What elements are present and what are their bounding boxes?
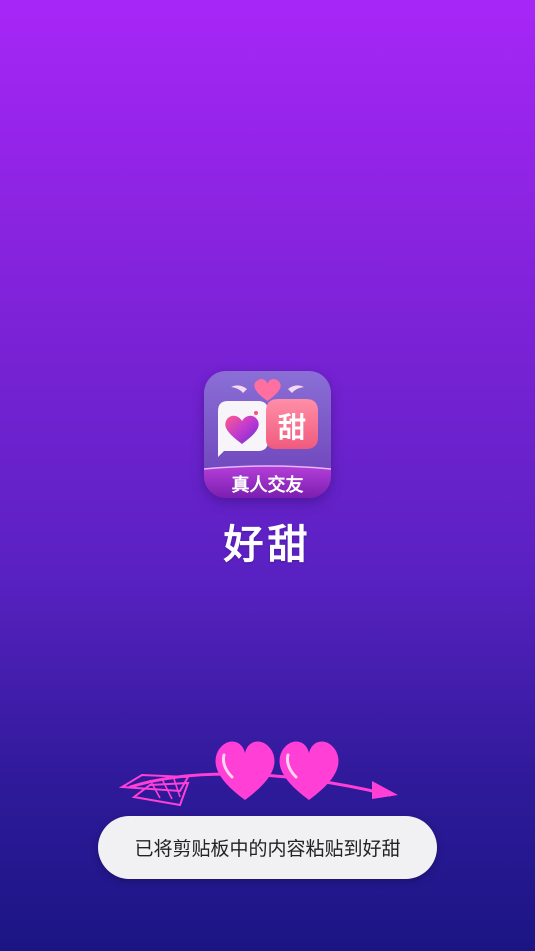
hearts-arrow-icon — [118, 741, 398, 807]
app-logo-icon: 甜 真人交友 — [204, 371, 331, 498]
icon-badge-text: 真人交友 — [232, 474, 304, 496]
icon-bubble-text: 甜 — [278, 411, 306, 444]
toast-message: 已将剪贴板中的内容粘贴到好甜 — [134, 838, 401, 860]
toast-notification: 已将剪贴板中的内容粘贴到好甜 — [98, 816, 437, 879]
app-title: 好甜 — [223, 521, 312, 568]
splash-screen: 甜 真人交友 好甜 已将剪贴板中的内容粘贴到好甜 — [0, 0, 535, 951]
